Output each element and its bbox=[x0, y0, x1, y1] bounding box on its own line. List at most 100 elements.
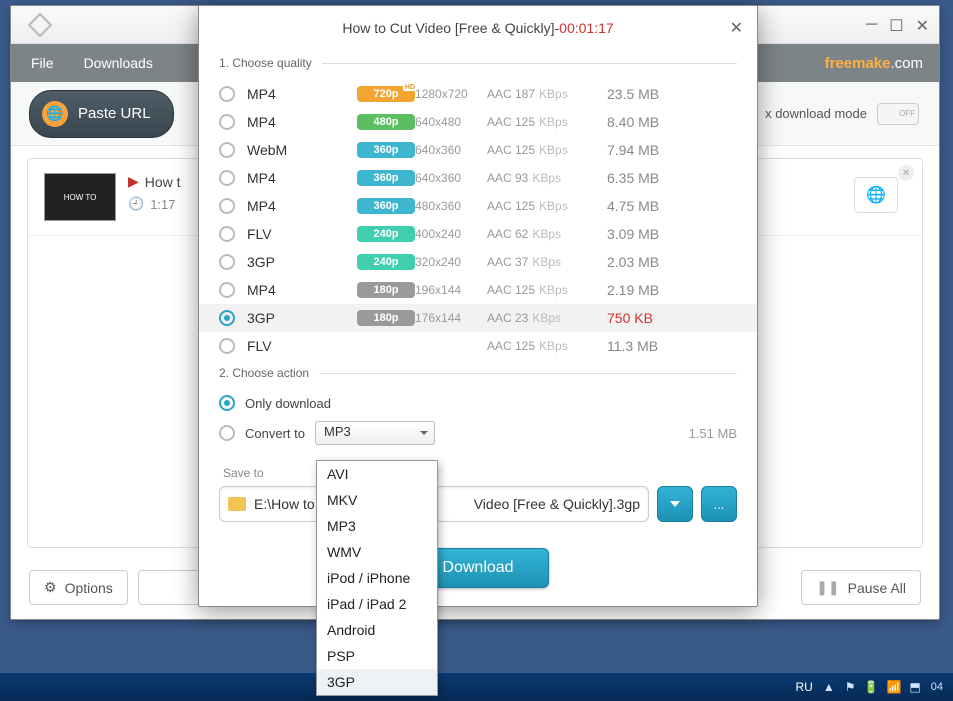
dialog-titlebar: How to Cut Video [Free & Quickly] - 00:0… bbox=[199, 6, 757, 50]
quality-row[interactable]: FLVAAC 125KBps11.3 MB bbox=[199, 332, 757, 360]
download-mode-toggle[interactable]: OFF bbox=[877, 103, 919, 125]
quality-row[interactable]: 3GP240p320x240AAC 37KBps2.03 MB bbox=[199, 248, 757, 276]
menu-file[interactable]: File bbox=[31, 55, 54, 71]
taskbar-lang[interactable]: RU bbox=[796, 680, 813, 694]
convert-to-label: Convert to bbox=[245, 426, 305, 441]
quality-audio: AAC 37KBps bbox=[487, 255, 607, 269]
brand-label: freemake.com bbox=[825, 55, 923, 72]
item-title-text: How t bbox=[145, 174, 181, 190]
battery-icon[interactable]: 🔋 bbox=[864, 680, 879, 694]
gear-icon: ⚙ bbox=[44, 579, 57, 596]
menu-downloads[interactable]: Downloads bbox=[84, 55, 153, 71]
tray-up-icon[interactable]: ▲ bbox=[823, 680, 835, 694]
pause-all-button[interactable]: ❚❚ Pause All bbox=[801, 570, 921, 605]
quality-format: MP4 bbox=[247, 282, 329, 298]
remove-item-button[interactable]: ✕ bbox=[898, 165, 914, 181]
dropdown-item[interactable]: PSP bbox=[317, 643, 437, 669]
quality-radio[interactable] bbox=[219, 226, 235, 242]
dropdown-item[interactable]: 3GP bbox=[317, 669, 437, 695]
save-history-button[interactable] bbox=[657, 486, 693, 522]
quality-size: 11.3 MB bbox=[607, 338, 737, 354]
dropdown-item[interactable]: MKV bbox=[317, 487, 437, 513]
browse-button[interactable]: ... bbox=[701, 486, 737, 522]
quality-resolution: 176x144 bbox=[415, 311, 487, 325]
convert-size: 1.51 MB bbox=[689, 426, 737, 441]
quality-size: 7.94 MB bbox=[607, 142, 737, 158]
quality-size: 6.35 MB bbox=[607, 170, 737, 186]
youtube-icon: ▶ bbox=[128, 173, 139, 190]
quality-format: 3GP bbox=[247, 254, 329, 270]
convert-format-select[interactable]: MP3 bbox=[315, 421, 435, 445]
quality-radio[interactable] bbox=[219, 170, 235, 186]
quality-size: 23.5 MB bbox=[607, 86, 737, 102]
action-convert-to[interactable]: Convert to MP3 1.51 MB bbox=[219, 416, 737, 450]
signal-icon[interactable]: 📶 bbox=[886, 680, 901, 694]
flag-icon[interactable]: ⚑ bbox=[845, 680, 856, 694]
dropdown-item[interactable]: iPad / iPad 2 bbox=[317, 591, 437, 617]
dropbox-icon[interactable]: ⬒ bbox=[909, 680, 920, 694]
quality-audio: AAC 125KBps bbox=[487, 283, 607, 297]
quality-size: 8.40 MB bbox=[607, 114, 737, 130]
paste-url-button[interactable]: 🌐 Paste URL bbox=[29, 90, 174, 138]
quality-radio[interactable] bbox=[219, 282, 235, 298]
quality-radio[interactable] bbox=[219, 114, 235, 130]
dialog-duration: 00:01:17 bbox=[559, 20, 614, 36]
convert-format-dropdown[interactable]: AVIMKVMP3WMViPod / iPhoneiPad / iPad 2An… bbox=[316, 460, 438, 696]
quality-radio[interactable] bbox=[219, 142, 235, 158]
close-window-button[interactable]: ✕ bbox=[916, 16, 929, 36]
quality-radio[interactable] bbox=[219, 198, 235, 214]
dialog-close-button[interactable]: ✕ bbox=[730, 18, 743, 38]
quality-audio: AAC 125KBps bbox=[487, 143, 607, 157]
quality-badge: 240p bbox=[357, 254, 415, 270]
quality-radio[interactable] bbox=[219, 254, 235, 270]
dropdown-item[interactable]: MP3 bbox=[317, 513, 437, 539]
quality-size: 3.09 MB bbox=[607, 226, 737, 242]
quality-size: 750 KB bbox=[607, 310, 737, 326]
quality-row[interactable]: MP4360p640x360AAC 93KBps6.35 MB bbox=[199, 164, 757, 192]
paste-url-label: Paste URL bbox=[78, 105, 151, 122]
quality-audio: AAC 187KBps bbox=[487, 87, 607, 101]
quality-resolution: 480x360 bbox=[415, 199, 487, 213]
action-only-download[interactable]: Only download bbox=[219, 390, 737, 416]
quality-format: MP4 bbox=[247, 170, 329, 186]
quality-row[interactable]: MP4360p480x360AAC 125KBps4.75 MB bbox=[199, 192, 757, 220]
quality-resolution: 640x360 bbox=[415, 171, 487, 185]
dropdown-item[interactable]: AVI bbox=[317, 461, 437, 487]
quality-audio: AAC 125KBps bbox=[487, 199, 607, 213]
open-source-button[interactable]: 🌐 bbox=[854, 177, 898, 213]
download-mode-row: x download mode OFF bbox=[765, 103, 919, 125]
save-path-right: Video [Free & Quickly].3gp bbox=[474, 496, 640, 512]
quality-radio[interactable] bbox=[219, 310, 235, 326]
quality-format: MP4 bbox=[247, 114, 329, 130]
taskbar-time[interactable]: 04 bbox=[931, 681, 943, 693]
quality-badge: 180p bbox=[357, 310, 415, 326]
quality-badge: 360p bbox=[357, 170, 415, 186]
quality-row[interactable]: WebM360p640x360AAC 125KBps7.94 MB bbox=[199, 136, 757, 164]
browse-label: ... bbox=[714, 497, 725, 512]
radio-convert-to[interactable] bbox=[219, 425, 235, 441]
minimize-button[interactable]: ─ bbox=[866, 16, 877, 36]
quality-resolution: 640x480 bbox=[415, 115, 487, 129]
quality-row[interactable]: MP4180p196x144AAC 125KBps2.19 MB bbox=[199, 276, 757, 304]
radio-only-download[interactable] bbox=[219, 395, 235, 411]
quality-row[interactable]: FLV240p400x240AAC 62KBps3.09 MB bbox=[199, 220, 757, 248]
folder-icon bbox=[228, 497, 246, 511]
quality-audio: AAC 125KBps bbox=[487, 115, 607, 129]
dropdown-item[interactable]: iPod / iPhone bbox=[317, 565, 437, 591]
quality-radio[interactable] bbox=[219, 338, 235, 354]
globe-icon: 🌐 bbox=[42, 101, 68, 127]
section-choose-quality: 1. Choose quality bbox=[199, 50, 757, 80]
quality-audio: AAC 125KBps bbox=[487, 339, 607, 353]
dialog-title-text: How to Cut Video [Free & Quickly] bbox=[342, 20, 554, 36]
download-mode-label: x download mode bbox=[765, 106, 867, 121]
dropdown-item[interactable]: WMV bbox=[317, 539, 437, 565]
quality-row[interactable]: MP4720p1280x720AAC 187KBps23.5 MB bbox=[199, 80, 757, 108]
dropdown-item[interactable]: Android bbox=[317, 617, 437, 643]
quality-row[interactable]: MP4480p640x480AAC 125KBps8.40 MB bbox=[199, 108, 757, 136]
quality-radio[interactable] bbox=[219, 86, 235, 102]
options-button[interactable]: ⚙ Options bbox=[29, 570, 128, 605]
quality-row[interactable]: 3GP180p176x144AAC 23KBps750 KB bbox=[199, 304, 757, 332]
maximize-button[interactable]: ☐ bbox=[889, 16, 903, 36]
quality-audio: AAC 23KBps bbox=[487, 311, 607, 325]
quality-resolution: 196x144 bbox=[415, 283, 487, 297]
